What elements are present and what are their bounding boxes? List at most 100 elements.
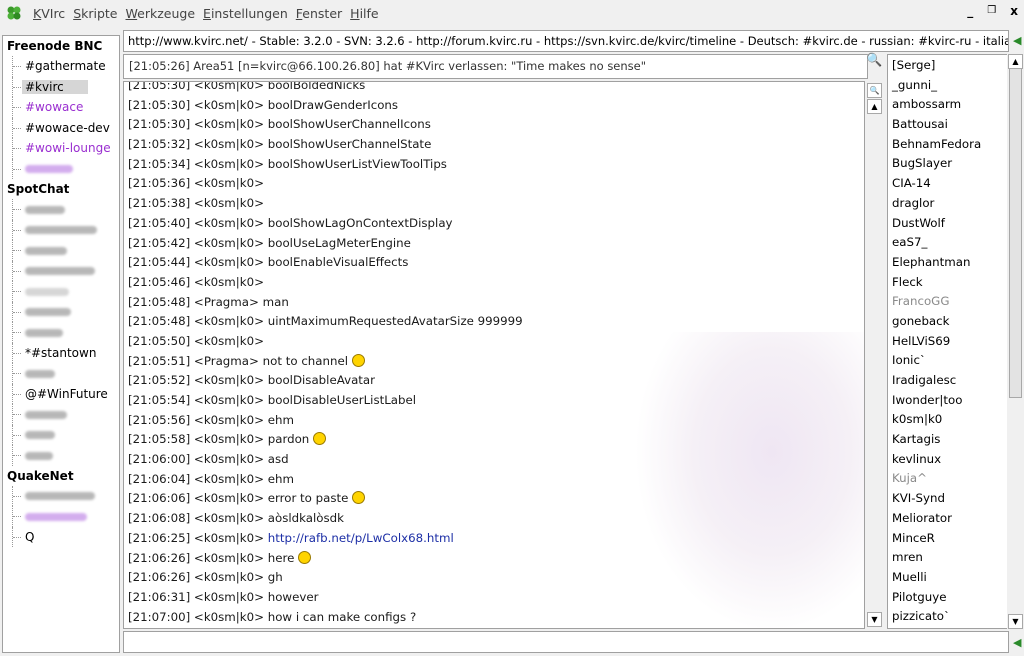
tree-item-blurred[interactable] (3, 199, 119, 220)
scroll-up-button[interactable]: ▲ (1008, 54, 1023, 69)
chat-line: [21:05:44] <k0sm|k0> boolEnableVisualEff… (128, 255, 409, 270)
tree-item-winfuture[interactable]: @#WinFuture (3, 383, 119, 404)
tree-item-wowace-dev[interactable]: #wowace-dev (3, 117, 119, 138)
user-list-item[interactable]: Kartagis (888, 430, 1007, 450)
userlist-scrollbar[interactable]: ▲ ▼ (1007, 54, 1024, 629)
input-arrow-icon[interactable]: ◀ (1013, 636, 1021, 649)
tree-item-blurred[interactable] (3, 404, 119, 425)
tree-item-kvirc[interactable]: #kvirc (3, 76, 119, 97)
kvirc-logo-icon[interactable] (3, 2, 25, 24)
user-list-item[interactable]: MinceR (888, 529, 1007, 549)
tree-item-blurred[interactable] (3, 445, 119, 466)
user-list-item[interactable]: [Serge] (888, 56, 1007, 76)
user-list-item[interactable]: Kuja^ (888, 469, 1007, 489)
user-list-item[interactable]: DustWolf (888, 214, 1007, 234)
tree-item-blurred[interactable] (3, 260, 119, 281)
scroll-down-button[interactable]: ▼ (867, 612, 882, 627)
tree-item-stantown[interactable]: *#stantown (3, 342, 119, 363)
user-list-item[interactable]: kevlinux (888, 450, 1007, 470)
tree-item-blurred[interactable] (3, 281, 119, 302)
menu-kvirc[interactable]: KVIrc (33, 6, 65, 21)
user-list-item[interactable]: BehnamFedora (888, 135, 1007, 155)
tree-item-wowace[interactable]: #wowace (3, 97, 119, 118)
smiley-icon (298, 550, 312, 564)
menu-fenster[interactable]: Fenster (296, 6, 342, 21)
menu-werkzeuge[interactable]: Werkzeuge (126, 6, 196, 21)
chat-line: [21:05:42] <k0sm|k0> boolUseLagMeterEngi… (128, 235, 411, 250)
user-list-item[interactable]: draglor (888, 194, 1007, 214)
tree-item-blurred[interactable] (3, 363, 119, 384)
topic-bar[interactable]: http://www.kvirc.net/ - Stable: 3.2.0 - … (123, 30, 1009, 52)
topic-arrow-icon[interactable]: ◀ (1013, 34, 1021, 47)
menu-bar: KVIrc Skripte Werkzeuge Einstellungen Fenste… (0, 0, 1024, 26)
chat-line: [21:05:30] <k0sm|k0> boolBoldedNicks (128, 81, 366, 92)
close-button[interactable]: x (1010, 4, 1018, 18)
smiley-icon (352, 491, 366, 505)
chat-line: [21:05:51] <Pragma> not to channel (128, 352, 864, 372)
chat-line: [21:05:30] <k0sm|k0> boolDrawGenderIcons (128, 97, 399, 112)
chat-line: [21:05:48] <Pragma> man (128, 294, 289, 309)
chat-line: [21:05:56] <k0sm|k0> ehm (128, 412, 294, 427)
tree-item-blurred[interactable] (3, 301, 119, 322)
user-list-item[interactable]: CIA-14 (888, 174, 1007, 194)
user-list-item[interactable]: k0sm|k0 (888, 410, 1007, 430)
message-input[interactable] (123, 631, 1009, 653)
chat-view[interactable]: [21:05:30] <k0sm|k0> boolBoldedNicks [21:… (123, 81, 865, 629)
user-list-item[interactable]: Muelli (888, 568, 1007, 588)
chat-line: [21:05:48] <k0sm|k0> uintMaximumRequeste… (128, 314, 523, 329)
chat-scrollbar[interactable]: 🔍 ▲ ▼ (866, 81, 883, 629)
chat-line: [21:06:31] <k0sm|k0> however (128, 589, 319, 604)
search-icon[interactable]: 🔍 (866, 53, 882, 68)
restore-button[interactable]: ❒ (987, 4, 996, 18)
menu-hilfe[interactable]: Hilfe (350, 6, 378, 21)
scroll-down-button[interactable]: ▼ (1008, 614, 1023, 629)
search-icon[interactable]: 🔍 (867, 83, 882, 98)
tree-item-blurred[interactable] (3, 424, 119, 445)
user-list-item[interactable]: Fleck (888, 273, 1007, 293)
user-list-item[interactable]: _gunni_ (888, 76, 1007, 96)
tree-item-blurred[interactable] (3, 219, 119, 240)
network-freenode[interactable]: Freenode BNC (3, 36, 119, 56)
notifier-pane: [21:05:26] Area51 [n=kvirc@66.100.26.80]… (123, 54, 868, 79)
user-list-item[interactable]: KVI-Synd (888, 489, 1007, 509)
menu-skripte[interactable]: Skripte (73, 6, 117, 21)
scroll-thumb[interactable] (1009, 68, 1022, 398)
chat-line: [21:06:00] <k0sm|k0> asd (128, 452, 289, 467)
user-list[interactable]: [Serge] _gunni_ ambossarm Battousai BehnamFe… (887, 54, 1008, 629)
network-spotchat[interactable]: SpotChat (3, 179, 119, 199)
user-list-item[interactable]: pizzicato` (888, 607, 1007, 627)
user-list-item[interactable]: Battousai (888, 115, 1007, 135)
user-list-item[interactable]: goneback (888, 312, 1007, 332)
scroll-up-button[interactable]: ▲ (867, 99, 882, 114)
tree-item-q[interactable]: Q (3, 526, 119, 547)
chat-link[interactable]: http://rafb.net/p/LwColx68.html (268, 531, 454, 545)
user-list-item[interactable]: Iwonder|too (888, 391, 1007, 411)
chat-line: [21:05:30] <k0sm|k0> boolShowUserChannel… (128, 117, 431, 132)
tree-item-blurred[interactable] (3, 506, 119, 527)
chat-line: [21:06:26] <k0sm|k0> here (128, 549, 864, 569)
chat-line: [21:05:50] <k0sm|k0> (128, 333, 264, 348)
tree-item-blurred[interactable] (3, 240, 119, 261)
chat-line: [21:07:00] <k0sm|k0> how i can make conf… (128, 609, 417, 624)
user-list-item[interactable]: eaS7_ (888, 233, 1007, 253)
minimize-button[interactable]: _ (967, 4, 973, 18)
user-list-item[interactable]: mren (888, 548, 1007, 568)
user-list-item[interactable]: ambossarm (888, 95, 1007, 115)
menu-einstellungen[interactable]: Einstellungen (203, 6, 288, 21)
user-list-item[interactable]: Pilotguye (888, 588, 1007, 608)
tree-item-blurred[interactable] (3, 322, 119, 343)
user-list-item[interactable]: Iradigalesc (888, 371, 1007, 391)
chat-line: [21:05:46] <k0sm|k0> (128, 274, 264, 289)
network-quakenet[interactable]: QuakeNet (3, 466, 119, 486)
smiley-icon (351, 353, 365, 367)
user-list-item[interactable]: HelLViS69 (888, 332, 1007, 352)
tree-item-blurred[interactable] (3, 485, 119, 506)
tree-item-gathermate[interactable]: #gathermate (3, 56, 119, 77)
user-list-item[interactable]: Meliorator (888, 509, 1007, 529)
user-list-item[interactable]: Ionic` (888, 351, 1007, 371)
user-list-item[interactable]: Elephantman (888, 253, 1007, 273)
user-list-item[interactable]: BugSlayer (888, 154, 1007, 174)
user-list-item[interactable]: FrancoGG (888, 292, 1007, 312)
tree-item-wowi-lounge[interactable]: #wowi-lounge (3, 138, 119, 159)
tree-item-blurred[interactable] (3, 158, 119, 179)
